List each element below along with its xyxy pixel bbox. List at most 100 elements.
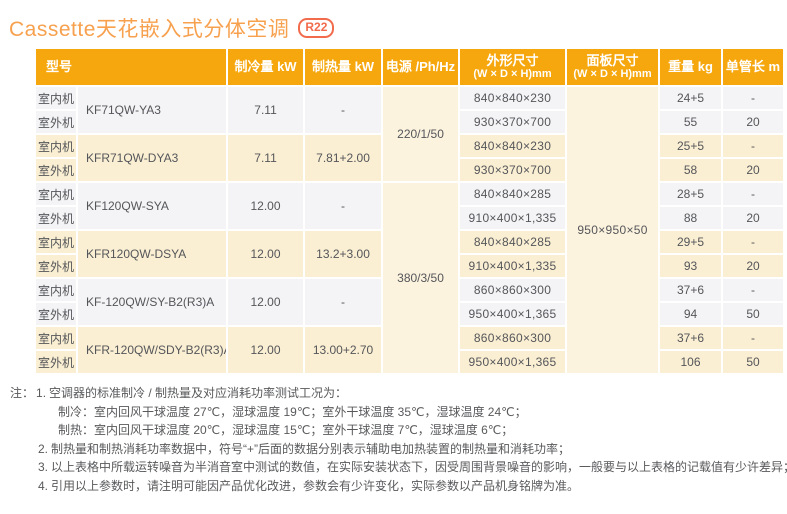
header-dimensions-line1: 外形尺寸	[460, 53, 565, 69]
page-header: Cassette天花嵌入式分体空调 R22	[0, 0, 787, 43]
weight-cell: 29+5	[660, 231, 721, 253]
dims-cell: 840×840×230	[460, 87, 565, 109]
unit-label-outdoor: 室外机	[36, 159, 76, 181]
weight-cell: 37+6	[660, 279, 721, 301]
heating-cell: -	[305, 87, 381, 133]
header-panel: 面板尺寸 (W × D × H)mm	[567, 49, 658, 85]
unit-label-outdoor: 室外机	[36, 111, 76, 133]
panel-size-cell: 950×950×50	[567, 87, 658, 373]
power-cell: 220/1/50	[383, 87, 458, 181]
model-cell: KFR-120QW/SDY-B2(R3)A	[78, 327, 226, 373]
refrigerant-badge: R22	[298, 18, 334, 38]
dims-cell: 840×840×230	[460, 135, 565, 157]
heating-cell: -	[305, 279, 381, 325]
heating-cell: 13.2+3.00	[305, 231, 381, 277]
footnote-text: 引用以上参数时，请注明可能因产品优化改进，参数会有少许变化，实际参数以产品机身铭…	[51, 479, 579, 493]
footnote-number: 2.	[38, 442, 48, 456]
footnote-line: 注：1.空调器的标准制冷 / 制热量及对应消耗功率测试工况为：	[10, 384, 787, 403]
pipe-cell: 20	[723, 207, 783, 229]
cooling-cell: 7.11	[228, 135, 303, 181]
weight-cell: 58	[660, 159, 721, 181]
footnote-number: 3.	[38, 460, 48, 474]
dims-cell: 950×400×1,365	[460, 303, 565, 325]
unit-label-indoor: 室内机	[36, 183, 76, 205]
footnote-line: 制冷：室内回风干球温度 27℃，湿球温度 19℃；室外干球温度 35℃，湿球温度…	[58, 403, 787, 422]
heating-cell: 7.81+2.00	[305, 135, 381, 181]
header-heating: 制热量 kW	[305, 49, 381, 85]
pipe-cell: 50	[723, 351, 783, 373]
header-dimensions-line2: (W × D × H)mm	[460, 68, 565, 81]
model-cell: KF120QW-SYA	[78, 183, 226, 229]
footnote-number: 1.	[36, 386, 46, 400]
weight-cell: 88	[660, 207, 721, 229]
model-cell: KFR71QW-DYA3	[78, 135, 226, 181]
dims-cell: 840×840×285	[460, 231, 565, 253]
pipe-cell: -	[723, 279, 783, 301]
footnote-line: 4.引用以上参数时，请注明可能因产品优化改进，参数会有少许变化，实际参数以产品机…	[38, 477, 787, 496]
header-power: 电源 /Ph/Hz	[383, 49, 458, 85]
weight-cell: 94	[660, 303, 721, 325]
dims-cell: 930×370×700	[460, 159, 565, 181]
footnote-text: 空调器的标准制冷 / 制热量及对应消耗功率测试工况为：	[49, 386, 347, 400]
footnote-line: 3.以上表格中所载运转噪音为半消音室中测试的数值，在实际安装状态下，因受周围背景…	[38, 458, 787, 477]
unit-label-outdoor: 室外机	[36, 255, 76, 277]
footnote-text: 制热量和制热消耗功率数据中，符号“+”后面的数据分别表示辅助电加热装置的制热量和…	[51, 442, 570, 456]
cooling-cell: 7.11	[228, 87, 303, 133]
dims-cell: 930×370×700	[460, 111, 565, 133]
power-cell: 380/3/50	[383, 183, 458, 373]
footnote-text: 以上表格中所载运转噪音为半消音室中测试的数值，在实际安装状态下，因受周围背景噪音…	[51, 460, 787, 474]
unit-label-outdoor: 室外机	[36, 303, 76, 325]
model-cell: KF-120QW/SY-B2(R3)A	[78, 279, 226, 325]
cooling-cell: 12.00	[228, 327, 303, 373]
pipe-cell: -	[723, 231, 783, 253]
cooling-cell: 12.00	[228, 183, 303, 229]
dims-cell: 910×400×1,335	[460, 207, 565, 229]
weight-cell: 106	[660, 351, 721, 373]
pipe-cell: -	[723, 183, 783, 205]
pipe-cell: 20	[723, 111, 783, 133]
weight-cell: 24+5	[660, 87, 721, 109]
cooling-cell: 12.00	[228, 231, 303, 277]
page-title: Cassette天花嵌入式分体空调	[9, 13, 289, 43]
header-pipe: 单管长 m	[723, 49, 783, 85]
footnote-number: 4.	[38, 479, 48, 493]
pipe-cell: 20	[723, 159, 783, 181]
spec-sheet-page: Cassette天花嵌入式分体空调 R22 型号 制冷量 kW 制热量 kW 电…	[0, 0, 787, 514]
footnote-line: 2.制热量和制热消耗功率数据中，符号“+”后面的数据分别表示辅助电加热装置的制热…	[38, 440, 787, 459]
footnote-line: 制热：室内回风干球温度 20℃，湿球温度 15℃；室外干球温度 7℃，湿球温度 …	[58, 421, 787, 440]
model-cell: KFR120QW-DSYA	[78, 231, 226, 277]
footnote-prefix: 注：	[10, 386, 34, 400]
header-panel-line2: (W × D × H)mm	[567, 68, 658, 81]
spec-table: 型号 制冷量 kW 制热量 kW 电源 /Ph/Hz 外形尺寸 (W × D ×…	[34, 47, 785, 375]
heating-cell: 13.00+2.70	[305, 327, 381, 373]
cooling-cell: 12.00	[228, 279, 303, 325]
table-row: 室内机 KF120QW-SYA 12.00 - 380/3/50 840×840…	[36, 183, 783, 205]
dims-cell: 860×860×300	[460, 327, 565, 349]
unit-label-indoor: 室内机	[36, 87, 76, 109]
unit-label-indoor: 室内机	[36, 327, 76, 349]
unit-label-outdoor: 室外机	[36, 351, 76, 373]
unit-label-outdoor: 室外机	[36, 207, 76, 229]
dims-cell: 910×400×1,335	[460, 255, 565, 277]
pipe-cell: -	[723, 135, 783, 157]
pipe-cell: -	[723, 87, 783, 109]
weight-cell: 37+6	[660, 327, 721, 349]
dims-cell: 950×400×1,365	[460, 351, 565, 373]
pipe-cell: -	[723, 327, 783, 349]
weight-cell: 93	[660, 255, 721, 277]
pipe-cell: 20	[723, 255, 783, 277]
footnotes: 注：1.空调器的标准制冷 / 制热量及对应消耗功率测试工况为： 制冷：室内回风干…	[10, 384, 787, 495]
model-cell: KF71QW-YA3	[78, 87, 226, 133]
header-weight: 重量 kg	[660, 49, 721, 85]
table-header-row: 型号 制冷量 kW 制热量 kW 电源 /Ph/Hz 外形尺寸 (W × D ×…	[36, 49, 783, 85]
table-row: 室内机 KF71QW-YA3 7.11 - 220/1/50 840×840×2…	[36, 87, 783, 109]
header-panel-line1: 面板尺寸	[567, 53, 658, 69]
header-cooling: 制冷量 kW	[228, 49, 303, 85]
weight-cell: 28+5	[660, 183, 721, 205]
weight-cell: 55	[660, 111, 721, 133]
unit-label-indoor: 室内机	[36, 135, 76, 157]
unit-label-indoor: 室内机	[36, 279, 76, 301]
header-model: 型号	[36, 49, 226, 85]
header-dimensions: 外形尺寸 (W × D × H)mm	[460, 49, 565, 85]
heating-cell: -	[305, 183, 381, 229]
